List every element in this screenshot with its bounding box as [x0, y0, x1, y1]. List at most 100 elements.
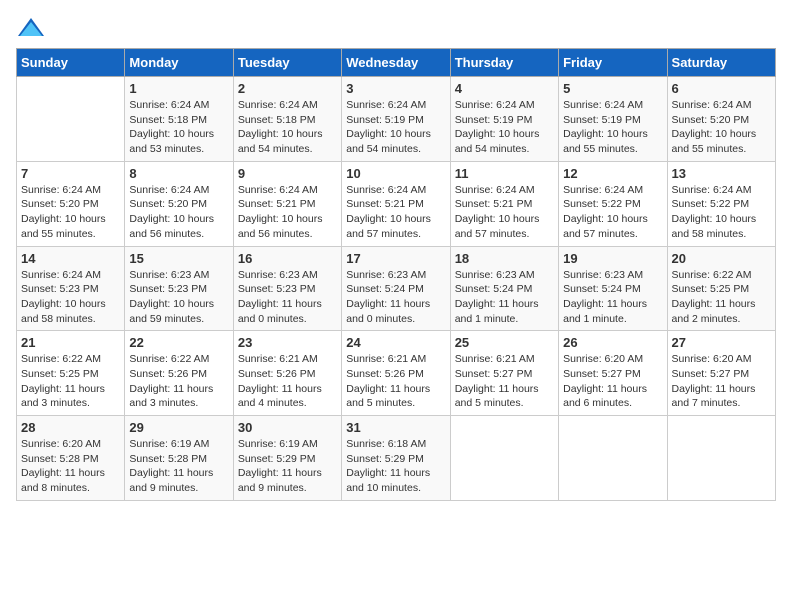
day-cell: 28 Sunrise: 6:20 AMSunset: 5:28 PMDayligh…: [17, 416, 125, 501]
day-cell: 10 Sunrise: 6:24 AMSunset: 5:21 PMDayligh…: [342, 161, 450, 246]
day-number: 23: [238, 335, 337, 350]
day-cell: 16Sunrise: 6:23 AMSunset: 5:23 PMDayligh…: [233, 246, 341, 331]
day-number: 15: [129, 251, 228, 266]
day-number: 4: [455, 81, 554, 96]
day-info: Sunrise: 6:22 AMSunset: 5:26 PMDaylight:…: [129, 352, 228, 411]
week-row-3: 14Sunrise: 6:24 AMSunset: 5:23 PMDayligh…: [17, 246, 776, 331]
day-cell: 3 Sunrise: 6:24 AMSunset: 5:19 PMDaylight…: [342, 77, 450, 162]
day-info: Sunrise: 6:23 AMSunset: 5:24 PMDaylight:…: [346, 268, 445, 327]
header-cell-friday: Friday: [559, 49, 667, 77]
day-info: Sunrise: 6:24 AMSunset: 5:21 PMDaylight:…: [346, 183, 445, 242]
day-number: 9: [238, 166, 337, 181]
day-number: 19: [563, 251, 662, 266]
day-cell: 29 Sunrise: 6:19 AMSunset: 5:28 PMDayligh…: [125, 416, 233, 501]
day-cell: 2 Sunrise: 6:24 AMSunset: 5:18 PMDaylight…: [233, 77, 341, 162]
day-info: Sunrise: 6:24 AMSunset: 5:19 PMDaylight:…: [563, 98, 662, 157]
day-number: 8: [129, 166, 228, 181]
day-cell: [450, 416, 558, 501]
day-info: Sunrise: 6:22 AMSunset: 5:25 PMDaylight:…: [21, 352, 120, 411]
day-cell: 11Sunrise: 6:24 AMSunset: 5:21 PMDayligh…: [450, 161, 558, 246]
day-cell: 26 Sunrise: 6:20 AMSunset: 5:27 PMDayligh…: [559, 331, 667, 416]
day-cell: 17 Sunrise: 6:23 AMSunset: 5:24 PMDayligh…: [342, 246, 450, 331]
day-cell: 18 Sunrise: 6:23 AMSunset: 5:24 PMDayligh…: [450, 246, 558, 331]
day-cell: 12 Sunrise: 6:24 AMSunset: 5:22 PMDayligh…: [559, 161, 667, 246]
day-info: Sunrise: 6:19 AMSunset: 5:28 PMDaylight:…: [129, 437, 228, 496]
day-info: Sunrise: 6:24 AMSunset: 5:21 PMDaylight:…: [238, 183, 337, 242]
week-row-2: 7 Sunrise: 6:24 AMSunset: 5:20 PMDaylight…: [17, 161, 776, 246]
day-number: 5: [563, 81, 662, 96]
logo: [16, 16, 52, 40]
day-cell: 15 Sunrise: 6:23 AMSunset: 5:23 PMDayligh…: [125, 246, 233, 331]
day-info: Sunrise: 6:20 AMSunset: 5:27 PMDaylight:…: [563, 352, 662, 411]
day-info: Sunrise: 6:19 AMSunset: 5:29 PMDaylight:…: [238, 437, 337, 496]
day-cell: 24 Sunrise: 6:21 AMSunset: 5:26 PMDayligh…: [342, 331, 450, 416]
day-cell: 21Sunrise: 6:22 AMSunset: 5:25 PMDayligh…: [17, 331, 125, 416]
day-info: Sunrise: 6:24 AMSunset: 5:22 PMDaylight:…: [563, 183, 662, 242]
day-cell: 13Sunrise: 6:24 AMSunset: 5:22 PMDayligh…: [667, 161, 775, 246]
day-number: 14: [21, 251, 120, 266]
calendar-header: SundayMondayTuesdayWednesdayThursdayFrid…: [17, 49, 776, 77]
day-info: Sunrise: 6:23 AMSunset: 5:23 PMDaylight:…: [129, 268, 228, 327]
day-info: Sunrise: 6:24 AMSunset: 5:22 PMDaylight:…: [672, 183, 771, 242]
header-cell-sunday: Sunday: [17, 49, 125, 77]
day-number: 31: [346, 420, 445, 435]
day-cell: 30 Sunrise: 6:19 AMSunset: 5:29 PMDayligh…: [233, 416, 341, 501]
day-info: Sunrise: 6:24 AMSunset: 5:19 PMDaylight:…: [455, 98, 554, 157]
day-info: Sunrise: 6:24 AMSunset: 5:19 PMDaylight:…: [346, 98, 445, 157]
day-info: Sunrise: 6:23 AMSunset: 5:24 PMDaylight:…: [455, 268, 554, 327]
day-info: Sunrise: 6:21 AMSunset: 5:27 PMDaylight:…: [455, 352, 554, 411]
day-number: 10: [346, 166, 445, 181]
day-cell: 19 Sunrise: 6:23 AMSunset: 5:24 PMDayligh…: [559, 246, 667, 331]
day-info: Sunrise: 6:20 AMSunset: 5:27 PMDaylight:…: [672, 352, 771, 411]
week-row-5: 28 Sunrise: 6:20 AMSunset: 5:28 PMDayligh…: [17, 416, 776, 501]
header-row: SundayMondayTuesdayWednesdayThursdayFrid…: [17, 49, 776, 77]
day-number: 22: [129, 335, 228, 350]
day-number: 26: [563, 335, 662, 350]
logo-icon: [16, 16, 46, 40]
day-number: 18: [455, 251, 554, 266]
day-number: 1: [129, 81, 228, 96]
day-number: 17: [346, 251, 445, 266]
day-number: 3: [346, 81, 445, 96]
day-info: Sunrise: 6:24 AMSunset: 5:20 PMDaylight:…: [129, 183, 228, 242]
day-cell: 23 Sunrise: 6:21 AMSunset: 5:26 PMDayligh…: [233, 331, 341, 416]
day-info: Sunrise: 6:22 AMSunset: 5:25 PMDaylight:…: [672, 268, 771, 327]
header-cell-thursday: Thursday: [450, 49, 558, 77]
header-cell-wednesday: Wednesday: [342, 49, 450, 77]
day-number: 28: [21, 420, 120, 435]
day-number: 16: [238, 251, 337, 266]
day-cell: 6 Sunrise: 6:24 AMSunset: 5:20 PMDaylight…: [667, 77, 775, 162]
page-header: [16, 16, 776, 40]
day-number: 12: [563, 166, 662, 181]
day-cell: [559, 416, 667, 501]
day-info: Sunrise: 6:24 AMSunset: 5:20 PMDaylight:…: [672, 98, 771, 157]
day-cell: [667, 416, 775, 501]
day-info: Sunrise: 6:18 AMSunset: 5:29 PMDaylight:…: [346, 437, 445, 496]
day-number: 30: [238, 420, 337, 435]
day-number: 20: [672, 251, 771, 266]
day-info: Sunrise: 6:24 AMSunset: 5:18 PMDaylight:…: [129, 98, 228, 157]
day-info: Sunrise: 6:20 AMSunset: 5:28 PMDaylight:…: [21, 437, 120, 496]
day-info: Sunrise: 6:24 AMSunset: 5:21 PMDaylight:…: [455, 183, 554, 242]
day-cell: 7Sunrise: 6:24 AMSunset: 5:20 PMDaylight…: [17, 161, 125, 246]
day-info: Sunrise: 6:21 AMSunset: 5:26 PMDaylight:…: [238, 352, 337, 411]
day-cell: 27 Sunrise: 6:20 AMSunset: 5:27 PMDayligh…: [667, 331, 775, 416]
week-row-4: 21Sunrise: 6:22 AMSunset: 5:25 PMDayligh…: [17, 331, 776, 416]
day-number: 2: [238, 81, 337, 96]
day-cell: 14Sunrise: 6:24 AMSunset: 5:23 PMDayligh…: [17, 246, 125, 331]
calendar-body: 1 Sunrise: 6:24 AMSunset: 5:18 PMDaylight…: [17, 77, 776, 501]
day-number: 24: [346, 335, 445, 350]
day-info: Sunrise: 6:24 AMSunset: 5:18 PMDaylight:…: [238, 98, 337, 157]
day-cell: 5 Sunrise: 6:24 AMSunset: 5:19 PMDaylight…: [559, 77, 667, 162]
header-cell-tuesday: Tuesday: [233, 49, 341, 77]
day-number: 7: [21, 166, 120, 181]
day-number: 27: [672, 335, 771, 350]
day-info: Sunrise: 6:21 AMSunset: 5:26 PMDaylight:…: [346, 352, 445, 411]
day-cell: 25 Sunrise: 6:21 AMSunset: 5:27 PMDayligh…: [450, 331, 558, 416]
day-number: 25: [455, 335, 554, 350]
day-number: 6: [672, 81, 771, 96]
day-number: 29: [129, 420, 228, 435]
day-cell: 31 Sunrise: 6:18 AMSunset: 5:29 PMDayligh…: [342, 416, 450, 501]
day-cell: 20 Sunrise: 6:22 AMSunset: 5:25 PMDayligh…: [667, 246, 775, 331]
day-info: Sunrise: 6:23 AMSunset: 5:24 PMDaylight:…: [563, 268, 662, 327]
